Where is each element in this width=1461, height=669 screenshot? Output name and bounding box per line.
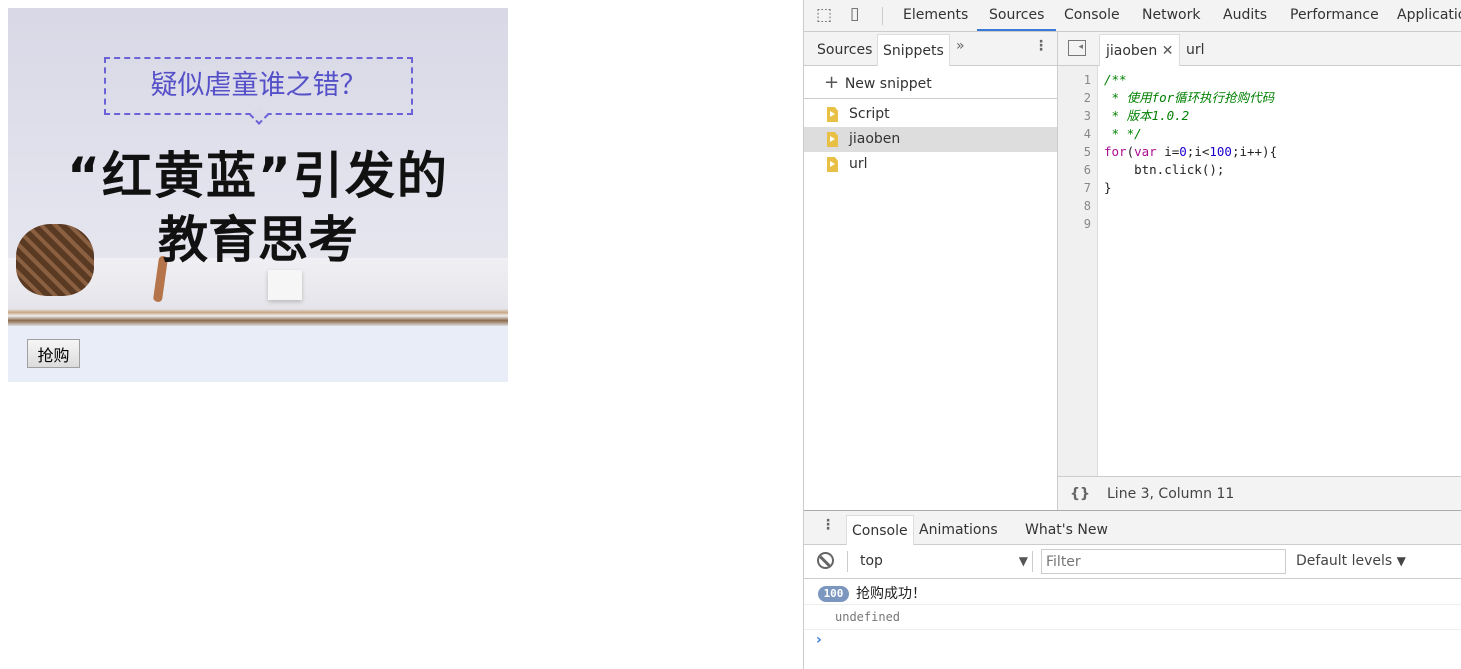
code-line: /**: [1104, 72, 1127, 87]
console-result-text: undefined: [835, 610, 901, 624]
console-message-text: 抢购成功！: [856, 586, 926, 602]
repeat-count-badge: 100: [818, 586, 849, 602]
line-number: 4: [1083, 127, 1091, 141]
clear-console-icon[interactable]: [817, 552, 834, 569]
tab-performance[interactable]: Performance: [1278, 0, 1391, 31]
line-number-gutter: 1 2 3 4 5 6 7 8 9: [1058, 66, 1098, 476]
tab-audits[interactable]: Audits: [1211, 0, 1279, 31]
context-value: top: [860, 553, 883, 569]
divider: [1032, 551, 1033, 572]
line-number: 5: [1083, 145, 1091, 159]
log-levels-label: Default levels: [1296, 553, 1393, 569]
cursor-position: Line 3, Column 11: [1107, 486, 1235, 502]
tab-application[interactable]: Applicatio: [1385, 0, 1461, 31]
editor-tab-url[interactable]: url: [1186, 34, 1205, 66]
banner-headline-1: “红黄蓝”引发的: [67, 147, 449, 205]
navigator-tabbar: Sources Snippets » ⋮: [804, 32, 1058, 66]
snippet-item-jiaoben[interactable]: jiaoben: [804, 127, 1057, 152]
log-levels-dropdown[interactable]: Default levels ▼: [1296, 545, 1406, 578]
context-selector[interactable]: top ▼: [856, 545, 1028, 578]
tab-sources[interactable]: Sources: [977, 0, 1057, 31]
nav-tab-snippets[interactable]: Snippets: [877, 34, 950, 66]
line-number: 9: [1083, 217, 1091, 231]
editor-tab-label: jiaoben: [1106, 43, 1158, 59]
drawer-tab-console[interactable]: Console: [846, 515, 914, 546]
line-number: 3: [1083, 109, 1091, 123]
drawer-menu-icon[interactable]: ⋮: [821, 517, 835, 533]
console-prompt[interactable]: ›: [804, 630, 1461, 669]
editor-tabbar: ◂ jiaoben ✕ url: [1058, 32, 1461, 66]
drawer-tabbar: ⋮ Console Animations What's New: [804, 510, 1461, 546]
new-snippet-button[interactable]: + New snippet: [804, 66, 1057, 99]
line-number: 7: [1083, 181, 1091, 195]
console-filter-input[interactable]: [1041, 549, 1286, 574]
prompt-chevron-icon: ›: [816, 632, 822, 648]
snippet-name: url: [849, 156, 868, 172]
snippet-file-icon: [827, 132, 838, 147]
banner-image: 疑似虐童谁之错？ “红黄蓝”引发的 教育思考: [8, 8, 508, 326]
drawer-tab-whats-new[interactable]: What's New: [1025, 515, 1108, 545]
line-number: 2: [1083, 91, 1091, 105]
code-line: for(var i=0;i<100;i++){: [1104, 144, 1278, 159]
code-line: btn.click();: [1104, 162, 1225, 177]
banner-headline-2: 教育思考: [158, 211, 358, 269]
console-result: undefined: [804, 605, 1461, 630]
code-editor[interactable]: /** * 使用for循环执行抢购代码 * 版本1.0.2 * */ for(v…: [1099, 66, 1461, 476]
snippet-item-url[interactable]: url: [804, 152, 1057, 177]
devtools-panel: ⬚ ▯ Elements Sources Console Network Aud…: [803, 0, 1461, 669]
drawer-tab-animations[interactable]: Animations: [919, 515, 998, 545]
code-line: * 版本1.0.2: [1104, 108, 1190, 123]
more-options-icon[interactable]: ⋮: [1034, 38, 1048, 54]
eraser-illustration: [268, 270, 302, 300]
plus-icon: +: [824, 72, 845, 93]
snippet-item-script[interactable]: Script: [804, 102, 1057, 127]
divider: [847, 551, 848, 572]
editor-tab-jiaoben[interactable]: jiaoben ✕: [1099, 34, 1181, 66]
button-area: [8, 326, 508, 382]
snippet-name: jiaoben: [849, 131, 901, 147]
nav-tab-sources[interactable]: Sources: [812, 34, 877, 66]
console-message: 100 抢购成功！: [804, 579, 1461, 605]
dropdown-arrow-icon: ▼: [1396, 554, 1406, 568]
devtools-main-tabbar: ⬚ ▯ Elements Sources Console Network Aud…: [804, 0, 1461, 32]
divider: [882, 7, 883, 25]
buy-button[interactable]: 抢购: [27, 339, 80, 368]
console-toolbar: top ▼ Default levels ▼: [804, 545, 1461, 579]
snippet-file-icon: [827, 107, 838, 122]
line-number: 8: [1083, 199, 1091, 213]
dropdown-arrow-icon: ▼: [1018, 554, 1028, 568]
editor-status-bar: {} Line 3, Column 11: [1058, 476, 1461, 510]
code-line: }: [1104, 180, 1112, 195]
banner-bubble-text: 疑似虐童谁之错？: [104, 57, 413, 115]
code-line: * */: [1104, 126, 1142, 141]
pretty-print-icon[interactable]: {}: [1070, 477, 1090, 511]
line-number: 6: [1083, 163, 1091, 177]
close-tab-icon[interactable]: ✕: [1162, 43, 1174, 59]
tab-console[interactable]: Console: [1052, 0, 1132, 31]
device-toolbar-icon[interactable]: ▯: [850, 4, 859, 24]
snippet-name: Script: [849, 106, 890, 122]
web-page: 疑似虐童谁之错？ “红黄蓝”引发的 教育思考 抢购: [0, 0, 803, 669]
toggle-navigator-icon[interactable]: ◂: [1068, 40, 1086, 56]
snippet-file-icon: [827, 157, 838, 172]
new-snippet-label: New snippet: [844, 76, 932, 92]
more-tabs-icon[interactable]: »: [956, 38, 965, 54]
tab-elements[interactable]: Elements: [891, 0, 980, 31]
snippets-navigator: + New snippet Script jiaoben url: [804, 66, 1058, 510]
inspect-element-icon[interactable]: ⬚: [816, 5, 832, 25]
code-line: * 使用for循环执行抢购代码: [1104, 90, 1275, 105]
tab-network[interactable]: Network: [1130, 0, 1212, 31]
line-number: 1: [1083, 73, 1091, 87]
